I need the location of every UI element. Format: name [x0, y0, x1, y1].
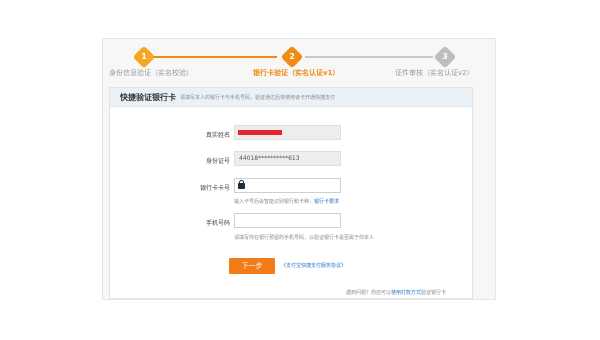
name-label: 真实姓名 — [205, 132, 230, 139]
progress-stepper: 1 2 3 身份信息验证（实名校验） 银行卡验证（实名认证v1） 证件审核（实名… — [103, 39, 497, 83]
bank-card-form-card: 快捷验证银行卡 请填写本人的银行卡与手机号码，验证通过后将使用该卡开通快捷支付 … — [109, 87, 473, 299]
card-number-hint: 输入卡号后会智能识别银行和卡种，银行卡要求 — [234, 199, 340, 205]
id-number-field: 44018**********613 — [234, 151, 341, 166]
footer-note: 遇到问题？你还可以使用打款方式验证银行卡 — [346, 290, 447, 296]
step-2-badge: 2 — [280, 45, 304, 69]
card-header: 快捷验证银行卡 请填写本人的银行卡与手机号码，验证通过后将使用该卡开通快捷支付 — [110, 88, 472, 107]
card-number-input[interactable] — [234, 178, 341, 193]
step-2-label: 银行卡验证（实名认证v1） — [253, 69, 340, 77]
step-connector-2 — [305, 56, 433, 58]
next-step-button[interactable]: 下一步 — [229, 258, 275, 274]
lock-icon — [238, 180, 245, 189]
step-3-badge: 3 — [433, 45, 457, 69]
phone-input[interactable] — [234, 213, 341, 228]
id-label: 身份证号 — [205, 158, 230, 165]
card-requirements-link[interactable]: 银行卡要求 — [314, 199, 339, 205]
name-redaction — [238, 130, 282, 135]
card-title: 快捷验证银行卡 — [120, 92, 176, 102]
card-subtitle: 请填写本人的银行卡与手机号码，验证通过后将使用该卡开通快捷支付 — [180, 94, 336, 101]
step-3-label: 证件审核（实名认证v2） — [395, 69, 474, 77]
step-connector-1 — [149, 56, 277, 58]
step-1-badge: 1 — [132, 45, 156, 69]
name-field — [234, 125, 341, 140]
agreement-link[interactable]: 《支付宝快捷支付服务协议》 — [281, 262, 346, 269]
phone-hint: 请填写你在银行预留的手机号码，以验证银行卡是否属于你本人 — [234, 235, 375, 241]
verification-panel: 1 2 3 身份信息验证（实名校验） 银行卡验证（实名认证v1） 证件审核（实名… — [102, 38, 496, 300]
step-1-label: 身份信息验证（实名校验） — [109, 69, 193, 77]
phone-label: 手机号码 — [205, 220, 230, 227]
transfer-verify-link[interactable]: 使用打款方式 — [391, 290, 421, 296]
card-number-label: 银行卡卡号 — [199, 185, 230, 192]
